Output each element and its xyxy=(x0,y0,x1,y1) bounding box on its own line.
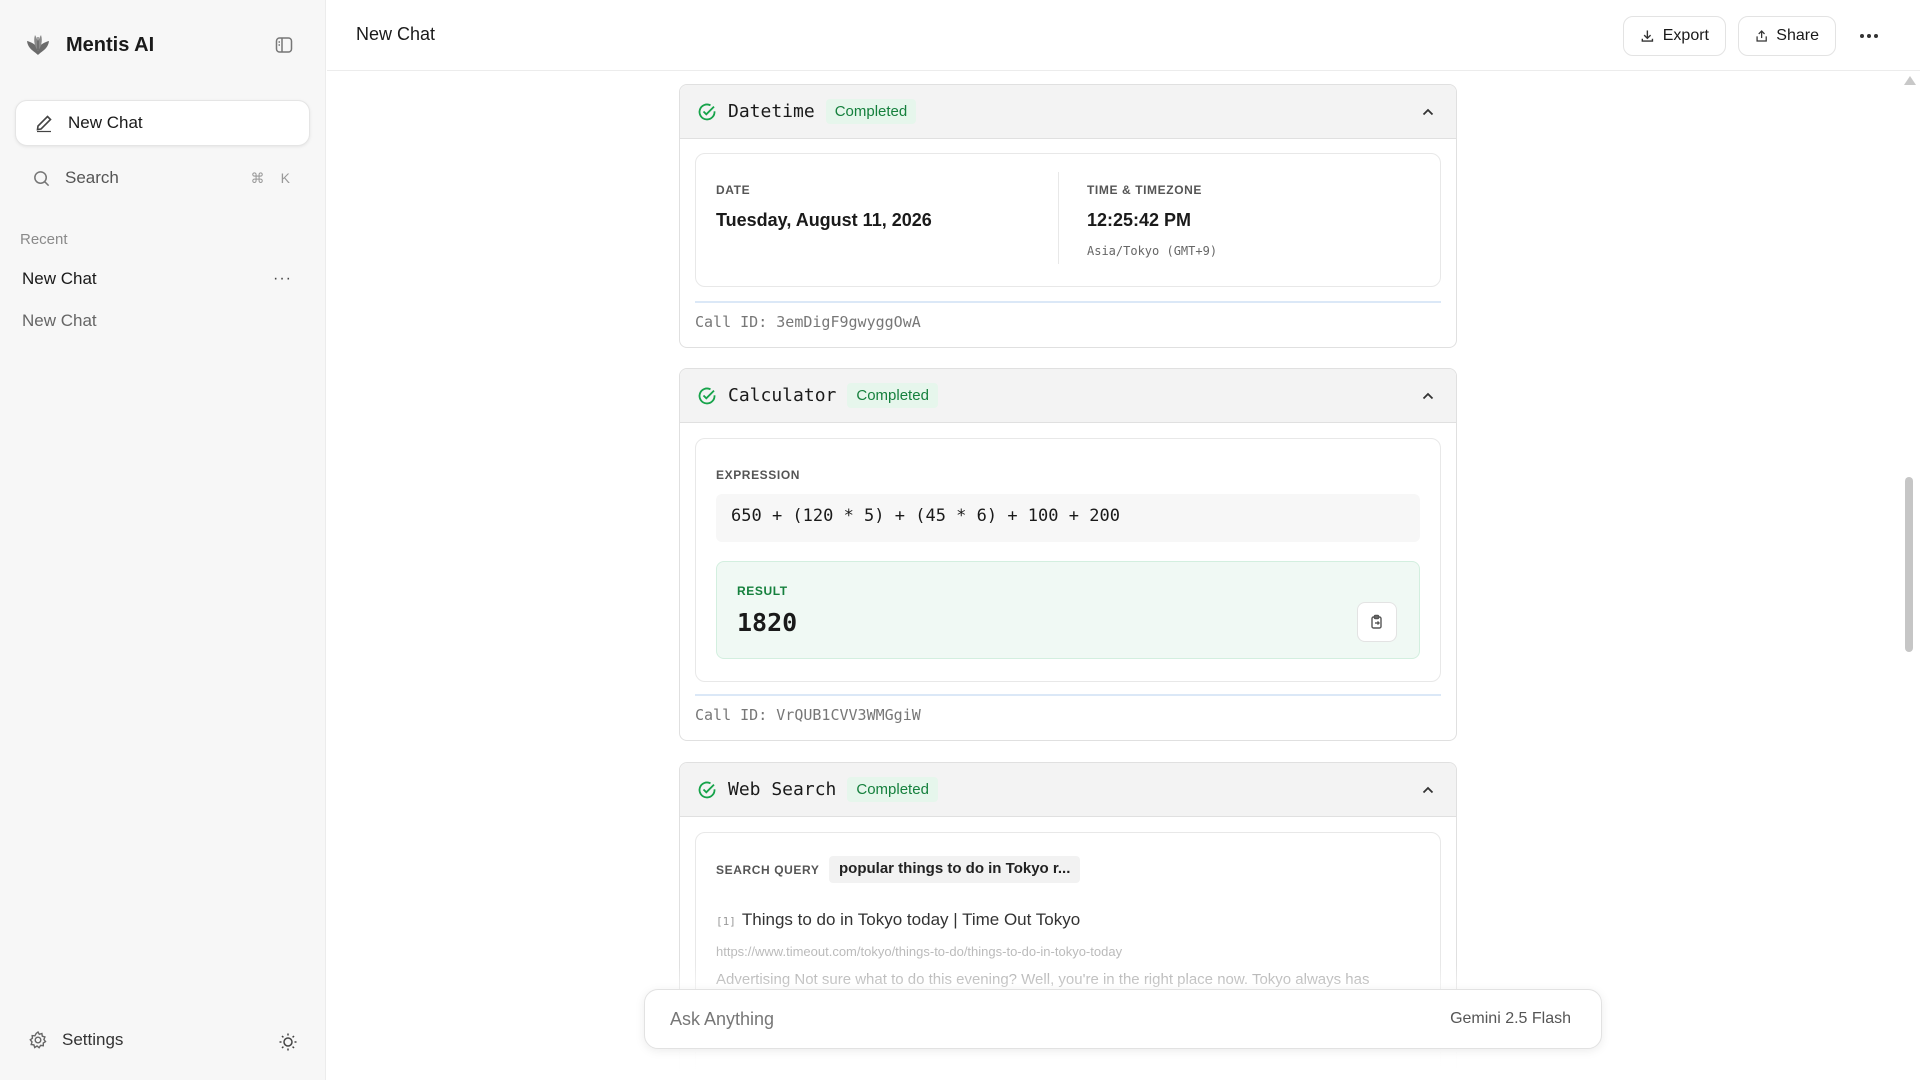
result-url[interactable]: https://www.timeout.com/tokyo/things-to-… xyxy=(716,944,1122,959)
k-key: K xyxy=(280,169,290,186)
gear-icon xyxy=(29,1030,47,1049)
date-label: DATE xyxy=(716,183,751,197)
chevron-up-icon[interactable] xyxy=(1420,388,1436,404)
datetime-tool-card: Datetime Completed DATE Tuesday, August … xyxy=(679,84,1457,348)
brand-name: Mentis AI xyxy=(66,33,155,56)
check-circle-icon xyxy=(698,387,716,404)
calculator-card-header[interactable]: Calculator Completed xyxy=(680,369,1456,423)
recent-chat-label: New Chat xyxy=(22,269,97,288)
sun-icon[interactable] xyxy=(278,1032,298,1052)
scrollbar-thumb[interactable] xyxy=(1905,477,1913,652)
brand[interactable]: Mentis AI xyxy=(24,30,154,60)
call-id: Call ID: 3emDigF9gwyggOwA xyxy=(695,313,921,331)
time-label: TIME & TIMEZONE xyxy=(1087,183,1202,197)
settings-label: Settings xyxy=(62,1030,124,1049)
more-options-icon[interactable] xyxy=(1857,24,1881,48)
result-label: RESULT xyxy=(737,584,788,598)
card-divider xyxy=(695,694,1441,696)
recent-chat-item[interactable]: New Chat ··· xyxy=(10,261,306,297)
export-button[interactable]: Export xyxy=(1623,16,1726,56)
status-badge: Completed xyxy=(825,99,917,124)
column-divider xyxy=(1058,172,1059,264)
result-value: 1820 xyxy=(737,608,798,637)
share-icon xyxy=(1756,30,1767,42)
sidebar: Mentis AI New Chat Search ⌘ K Recent New… xyxy=(0,0,326,1080)
new-chat-button[interactable]: New Chat xyxy=(15,100,310,146)
new-chat-label: New Chat xyxy=(68,113,143,132)
datetime-card-header[interactable]: Datetime Completed xyxy=(680,85,1456,139)
web-search-card-header[interactable]: Web Search Completed xyxy=(680,763,1456,817)
share-button[interactable]: Share xyxy=(1738,16,1836,56)
tool-name: Calculator xyxy=(728,385,837,406)
chat-input-bar: Gemini 2.5 Flash xyxy=(644,989,1602,1049)
top-header: New Chat Export Share xyxy=(327,0,1920,71)
expression-value: 650 + (120 * 5) + (45 * 6) + 100 + 200 xyxy=(716,494,1420,542)
recent-section-label: Recent xyxy=(20,231,68,248)
check-circle-icon xyxy=(698,781,716,798)
search-icon xyxy=(34,170,50,186)
search-result-item[interactable]: [1] Things to do in Tokyo today | Time O… xyxy=(716,910,1080,930)
search-label: Search xyxy=(65,168,119,187)
result-title[interactable]: Things to do in Tokyo today | Time Out T… xyxy=(742,910,1080,930)
search-query-label: SEARCH QUERY xyxy=(716,863,820,877)
recent-chat-item[interactable]: New Chat xyxy=(10,303,306,339)
chat-input[interactable] xyxy=(670,1008,1451,1030)
result-snippet: Advertising Not sure what to do this eve… xyxy=(716,971,1370,988)
recent-chat-label: New Chat xyxy=(22,311,97,330)
download-icon xyxy=(1641,30,1654,42)
sidebar-toggle-button[interactable] xyxy=(272,33,296,57)
timezone-value: Asia/Tokyo (GMT+9) xyxy=(1087,244,1218,258)
chevron-up-icon[interactable] xyxy=(1420,782,1436,798)
copy-result-button[interactable] xyxy=(1357,602,1397,642)
card-divider xyxy=(695,301,1441,303)
date-value: Tuesday, August 11, 2026 xyxy=(716,210,932,230)
clipboard-copy-icon xyxy=(1371,614,1382,629)
time-value: 12:25:42 PM xyxy=(1087,210,1192,230)
more-options-icon[interactable]: ··· xyxy=(273,270,292,288)
check-circle-icon xyxy=(698,103,716,120)
expression-label: EXPRESSION xyxy=(716,468,801,482)
export-label: Export xyxy=(1662,27,1709,44)
search-query-chip: popular things to do in Tokyo r... xyxy=(829,856,1081,883)
sidebar-toggle-icon xyxy=(275,37,293,53)
sidebar-search[interactable]: Search ⌘ K xyxy=(15,160,310,196)
tool-name: Datetime xyxy=(728,101,815,122)
settings-button[interactable]: Settings xyxy=(28,1030,123,1050)
brand-logo-icon xyxy=(27,35,49,55)
status-badge: Completed xyxy=(847,383,938,408)
edit-icon xyxy=(36,115,52,133)
search-shortcut: ⌘ K xyxy=(251,170,290,187)
model-selector[interactable]: Gemini 2.5 Flash xyxy=(1450,1010,1571,1028)
status-badge: Completed xyxy=(847,777,938,802)
result-index: [1] xyxy=(716,915,736,928)
scroll-up-arrow-icon[interactable] xyxy=(1904,76,1916,85)
datetime-details: DATE Tuesday, August 11, 2026 TIME & TIM… xyxy=(695,153,1441,287)
call-id: Call ID: VrQUB1CVV3WMGgiW xyxy=(695,706,921,724)
share-label: Share xyxy=(1776,27,1819,44)
chevron-up-icon[interactable] xyxy=(1420,104,1436,120)
calculator-tool-card: Calculator Completed EXPRESSION 650 + (1… xyxy=(679,368,1457,741)
page-title: New Chat xyxy=(356,24,436,44)
result-box: RESULT 1820 xyxy=(716,561,1420,659)
calculator-details: EXPRESSION 650 + (120 * 5) + (45 * 6) + … xyxy=(695,438,1441,682)
command-key: ⌘ xyxy=(250,169,265,186)
tool-name: Web Search xyxy=(728,779,837,800)
